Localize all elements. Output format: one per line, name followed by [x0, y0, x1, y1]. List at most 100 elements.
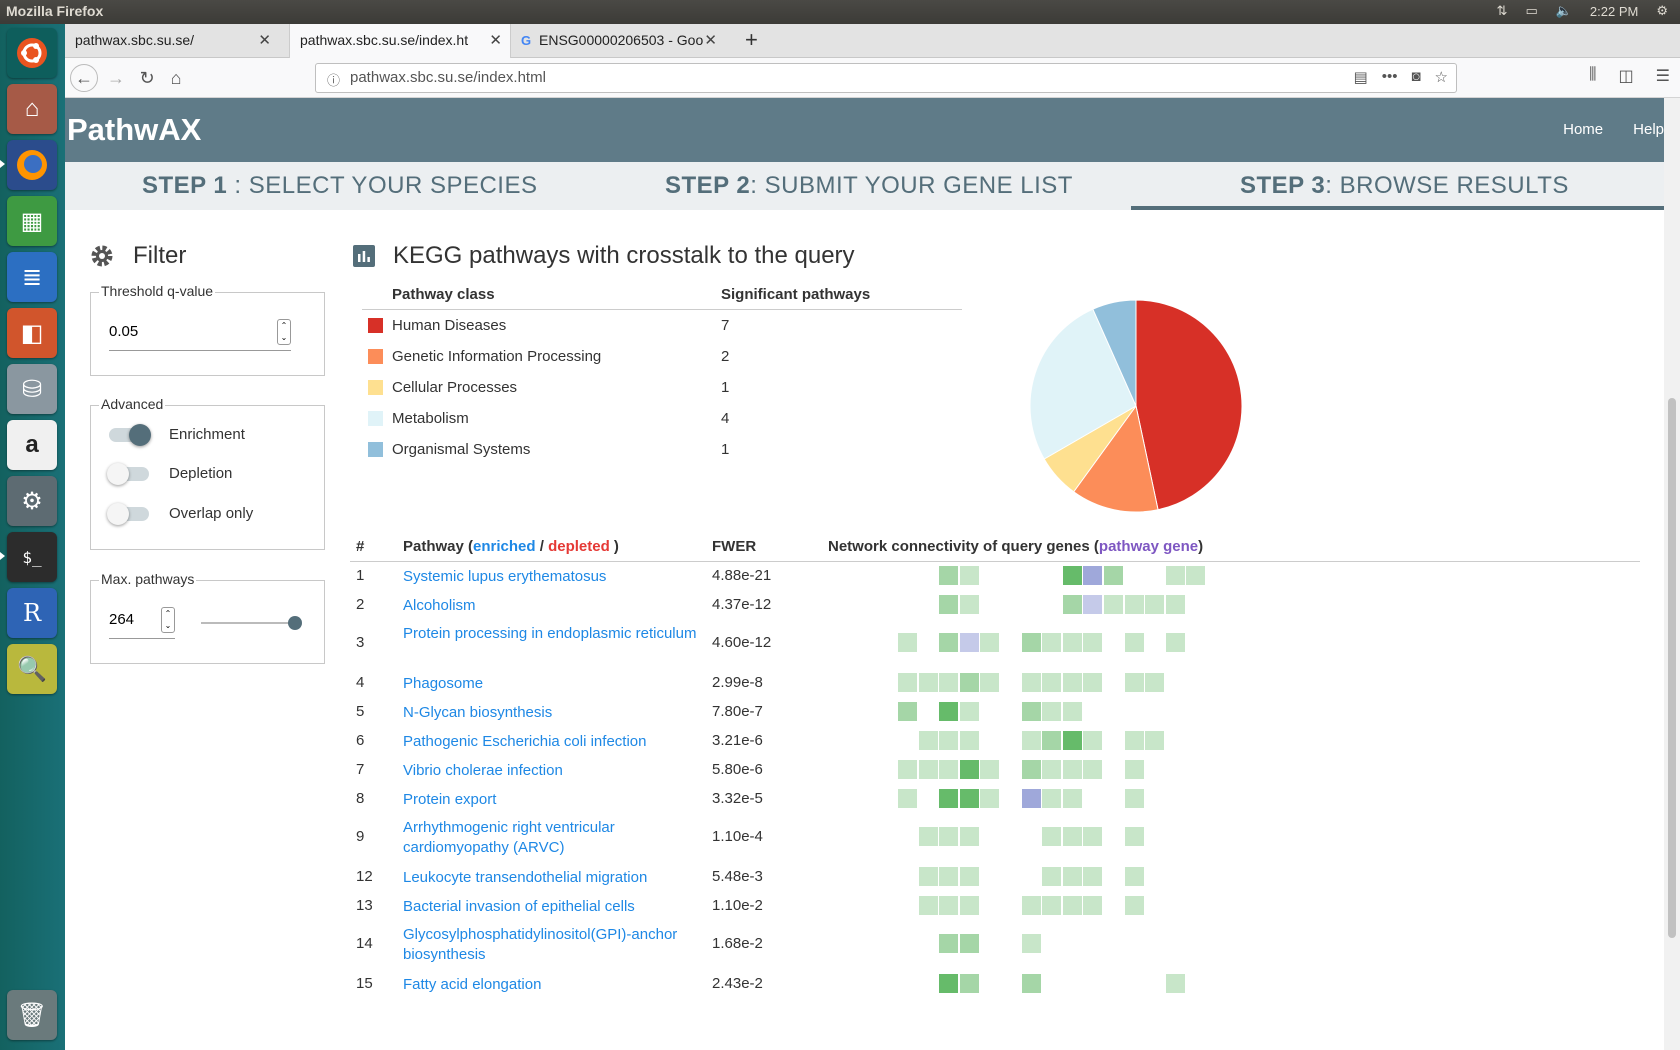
- query-gene-cell[interactable]: [1083, 673, 1103, 692]
- query-gene-cell[interactable]: [898, 702, 917, 721]
- enrichment-toggle[interactable]: Enrichment: [109, 423, 245, 446]
- terminal-icon[interactable]: $_: [7, 532, 57, 582]
- tab-2[interactable]: pathwax.sbc.su.se/index.ht ✕: [289, 24, 511, 58]
- nav-help-link[interactable]: Help: [1633, 121, 1664, 138]
- url-bar[interactable]: ⓘ pathwax.sbc.su.se/index.html ▤ ••• ◙ ☆: [315, 63, 1457, 93]
- toggle-switch[interactable]: [109, 423, 151, 446]
- r-icon[interactable]: R: [7, 588, 57, 638]
- query-gene-cell[interactable]: [1062, 633, 1082, 652]
- software-center-icon[interactable]: ⛁: [7, 364, 57, 414]
- query-gene-cell[interactable]: [939, 595, 959, 614]
- home-icon[interactable]: ⌂: [162, 64, 190, 92]
- power-icon[interactable]: ⚙: [1656, 3, 1668, 19]
- image-viewer-icon[interactable]: 🔍: [7, 644, 57, 694]
- query-gene-cell[interactable]: [1124, 827, 1144, 846]
- forward-arrow-icon[interactable]: →: [102, 64, 130, 92]
- clock[interactable]: 2:22 PM: [1590, 4, 1638, 19]
- query-gene-cell[interactable]: [1021, 702, 1041, 721]
- query-gene-cell[interactable]: [918, 760, 938, 779]
- query-gene-cell[interactable]: [939, 896, 959, 915]
- pathway-link[interactable]: Leukocyte transendothelial migration: [403, 868, 703, 888]
- volume-icon[interactable]: 🔈: [1556, 3, 1572, 19]
- query-gene-cell[interactable]: [1021, 974, 1041, 993]
- query-gene-cell[interactable]: [939, 827, 959, 846]
- query-gene-cell[interactable]: [1062, 867, 1082, 886]
- tab-3[interactable]: G ENSG00000206503 - Goo ✕: [511, 24, 725, 58]
- page-actions-icon[interactable]: •••: [1382, 68, 1398, 86]
- query-gene-cell[interactable]: [1042, 827, 1062, 846]
- query-gene-cell[interactable]: [959, 827, 979, 846]
- pathway-link[interactable]: N-Glycan biosynthesis: [403, 703, 703, 723]
- query-gene-cell[interactable]: [1062, 702, 1082, 721]
- query-gene-cell[interactable]: [1062, 595, 1082, 614]
- query-gene-cell[interactable]: [1083, 633, 1103, 652]
- query-gene-cell[interactable]: [1021, 934, 1041, 953]
- firefox-icon[interactable]: [7, 140, 57, 190]
- query-gene-cell[interactable]: [939, 789, 959, 808]
- query-gene-cell[interactable]: [1021, 731, 1041, 750]
- pocket-icon[interactable]: ◙: [1411, 68, 1420, 86]
- toggle-switch[interactable]: [107, 462, 149, 485]
- query-gene-cell[interactable]: [898, 789, 917, 808]
- nav-home-link[interactable]: Home: [1563, 121, 1603, 138]
- query-gene-cell[interactable]: [1083, 760, 1103, 779]
- query-gene-cell[interactable]: [939, 867, 959, 886]
- query-gene-cell[interactable]: [1165, 566, 1185, 585]
- settings-icon[interactable]: ⚙: [7, 476, 57, 526]
- query-gene-cell[interactable]: [1042, 633, 1062, 652]
- amazon-icon[interactable]: a: [7, 420, 57, 470]
- query-gene-cell[interactable]: [918, 731, 938, 750]
- query-gene-cell[interactable]: [959, 789, 979, 808]
- query-gene-cell[interactable]: [1104, 566, 1123, 585]
- query-gene-cell[interactable]: [959, 934, 979, 953]
- query-gene-cell[interactable]: [959, 760, 979, 779]
- query-gene-cell[interactable]: [1042, 673, 1062, 692]
- query-gene-cell[interactable]: [1124, 731, 1144, 750]
- query-gene-cell[interactable]: [918, 896, 938, 915]
- query-gene-cell[interactable]: [939, 673, 959, 692]
- query-gene-cell[interactable]: [1021, 633, 1041, 652]
- scrollbar-thumb[interactable]: [1668, 398, 1676, 938]
- pathway-link[interactable]: Protein export: [403, 790, 703, 810]
- query-gene-cell[interactable]: [939, 633, 959, 652]
- files-icon[interactable]: ⌂: [7, 84, 57, 134]
- close-icon[interactable]: ✕: [489, 31, 502, 49]
- pathway-link[interactable]: Alcoholism: [403, 596, 703, 616]
- query-gene-cell[interactable]: [1042, 731, 1062, 750]
- page-scrollbar[interactable]: [1664, 98, 1680, 1050]
- overlap-only-toggle[interactable]: Overlap only: [107, 502, 253, 525]
- pathway-gene-cell[interactable]: [1021, 789, 1041, 808]
- bookmark-star-icon[interactable]: ☆: [1435, 68, 1448, 86]
- query-gene-cell[interactable]: [1165, 974, 1185, 993]
- reader-view-icon[interactable]: ▤: [1354, 68, 1368, 86]
- query-gene-cell[interactable]: [1104, 595, 1123, 614]
- back-arrow-icon[interactable]: ←: [70, 64, 98, 92]
- query-gene-cell[interactable]: [1124, 760, 1144, 779]
- query-gene-cell[interactable]: [1042, 896, 1062, 915]
- impress-icon[interactable]: ◧: [7, 308, 57, 358]
- pathway-link[interactable]: Pathogenic Escherichia coli infection: [403, 732, 703, 752]
- query-gene-cell[interactable]: [918, 827, 938, 846]
- query-gene-cell[interactable]: [959, 702, 979, 721]
- network-icon[interactable]: ⇅: [1497, 3, 1508, 19]
- query-gene-cell[interactable]: [1083, 867, 1103, 886]
- query-gene-cell[interactable]: [1042, 867, 1062, 886]
- query-gene-cell[interactable]: [1062, 789, 1082, 808]
- slider-handle[interactable]: [288, 616, 302, 630]
- step-2-tab[interactable]: STEP 2: SUBMIT YOUR GENE LIST: [665, 172, 1073, 200]
- query-gene-cell[interactable]: [898, 633, 917, 652]
- pathway-link[interactable]: Systemic lupus erythematosus: [403, 567, 703, 587]
- query-gene-cell[interactable]: [980, 673, 1000, 692]
- query-gene-cell[interactable]: [959, 867, 979, 886]
- query-gene-cell[interactable]: [980, 633, 1000, 652]
- query-gene-cell[interactable]: [939, 974, 959, 993]
- pathway-gene-cell[interactable]: [1083, 566, 1103, 585]
- pathway-link[interactable]: Fatty acid elongation: [403, 975, 703, 995]
- query-gene-cell[interactable]: [898, 673, 917, 692]
- pathway-link[interactable]: Vibrio cholerae infection: [403, 761, 703, 781]
- threshold-input[interactable]: 0.05 ⌃ ⌄: [109, 319, 291, 351]
- query-gene-cell[interactable]: [1042, 702, 1062, 721]
- query-gene-cell[interactable]: [939, 760, 959, 779]
- query-gene-cell[interactable]: [1062, 760, 1082, 779]
- query-gene-cell[interactable]: [1124, 595, 1144, 614]
